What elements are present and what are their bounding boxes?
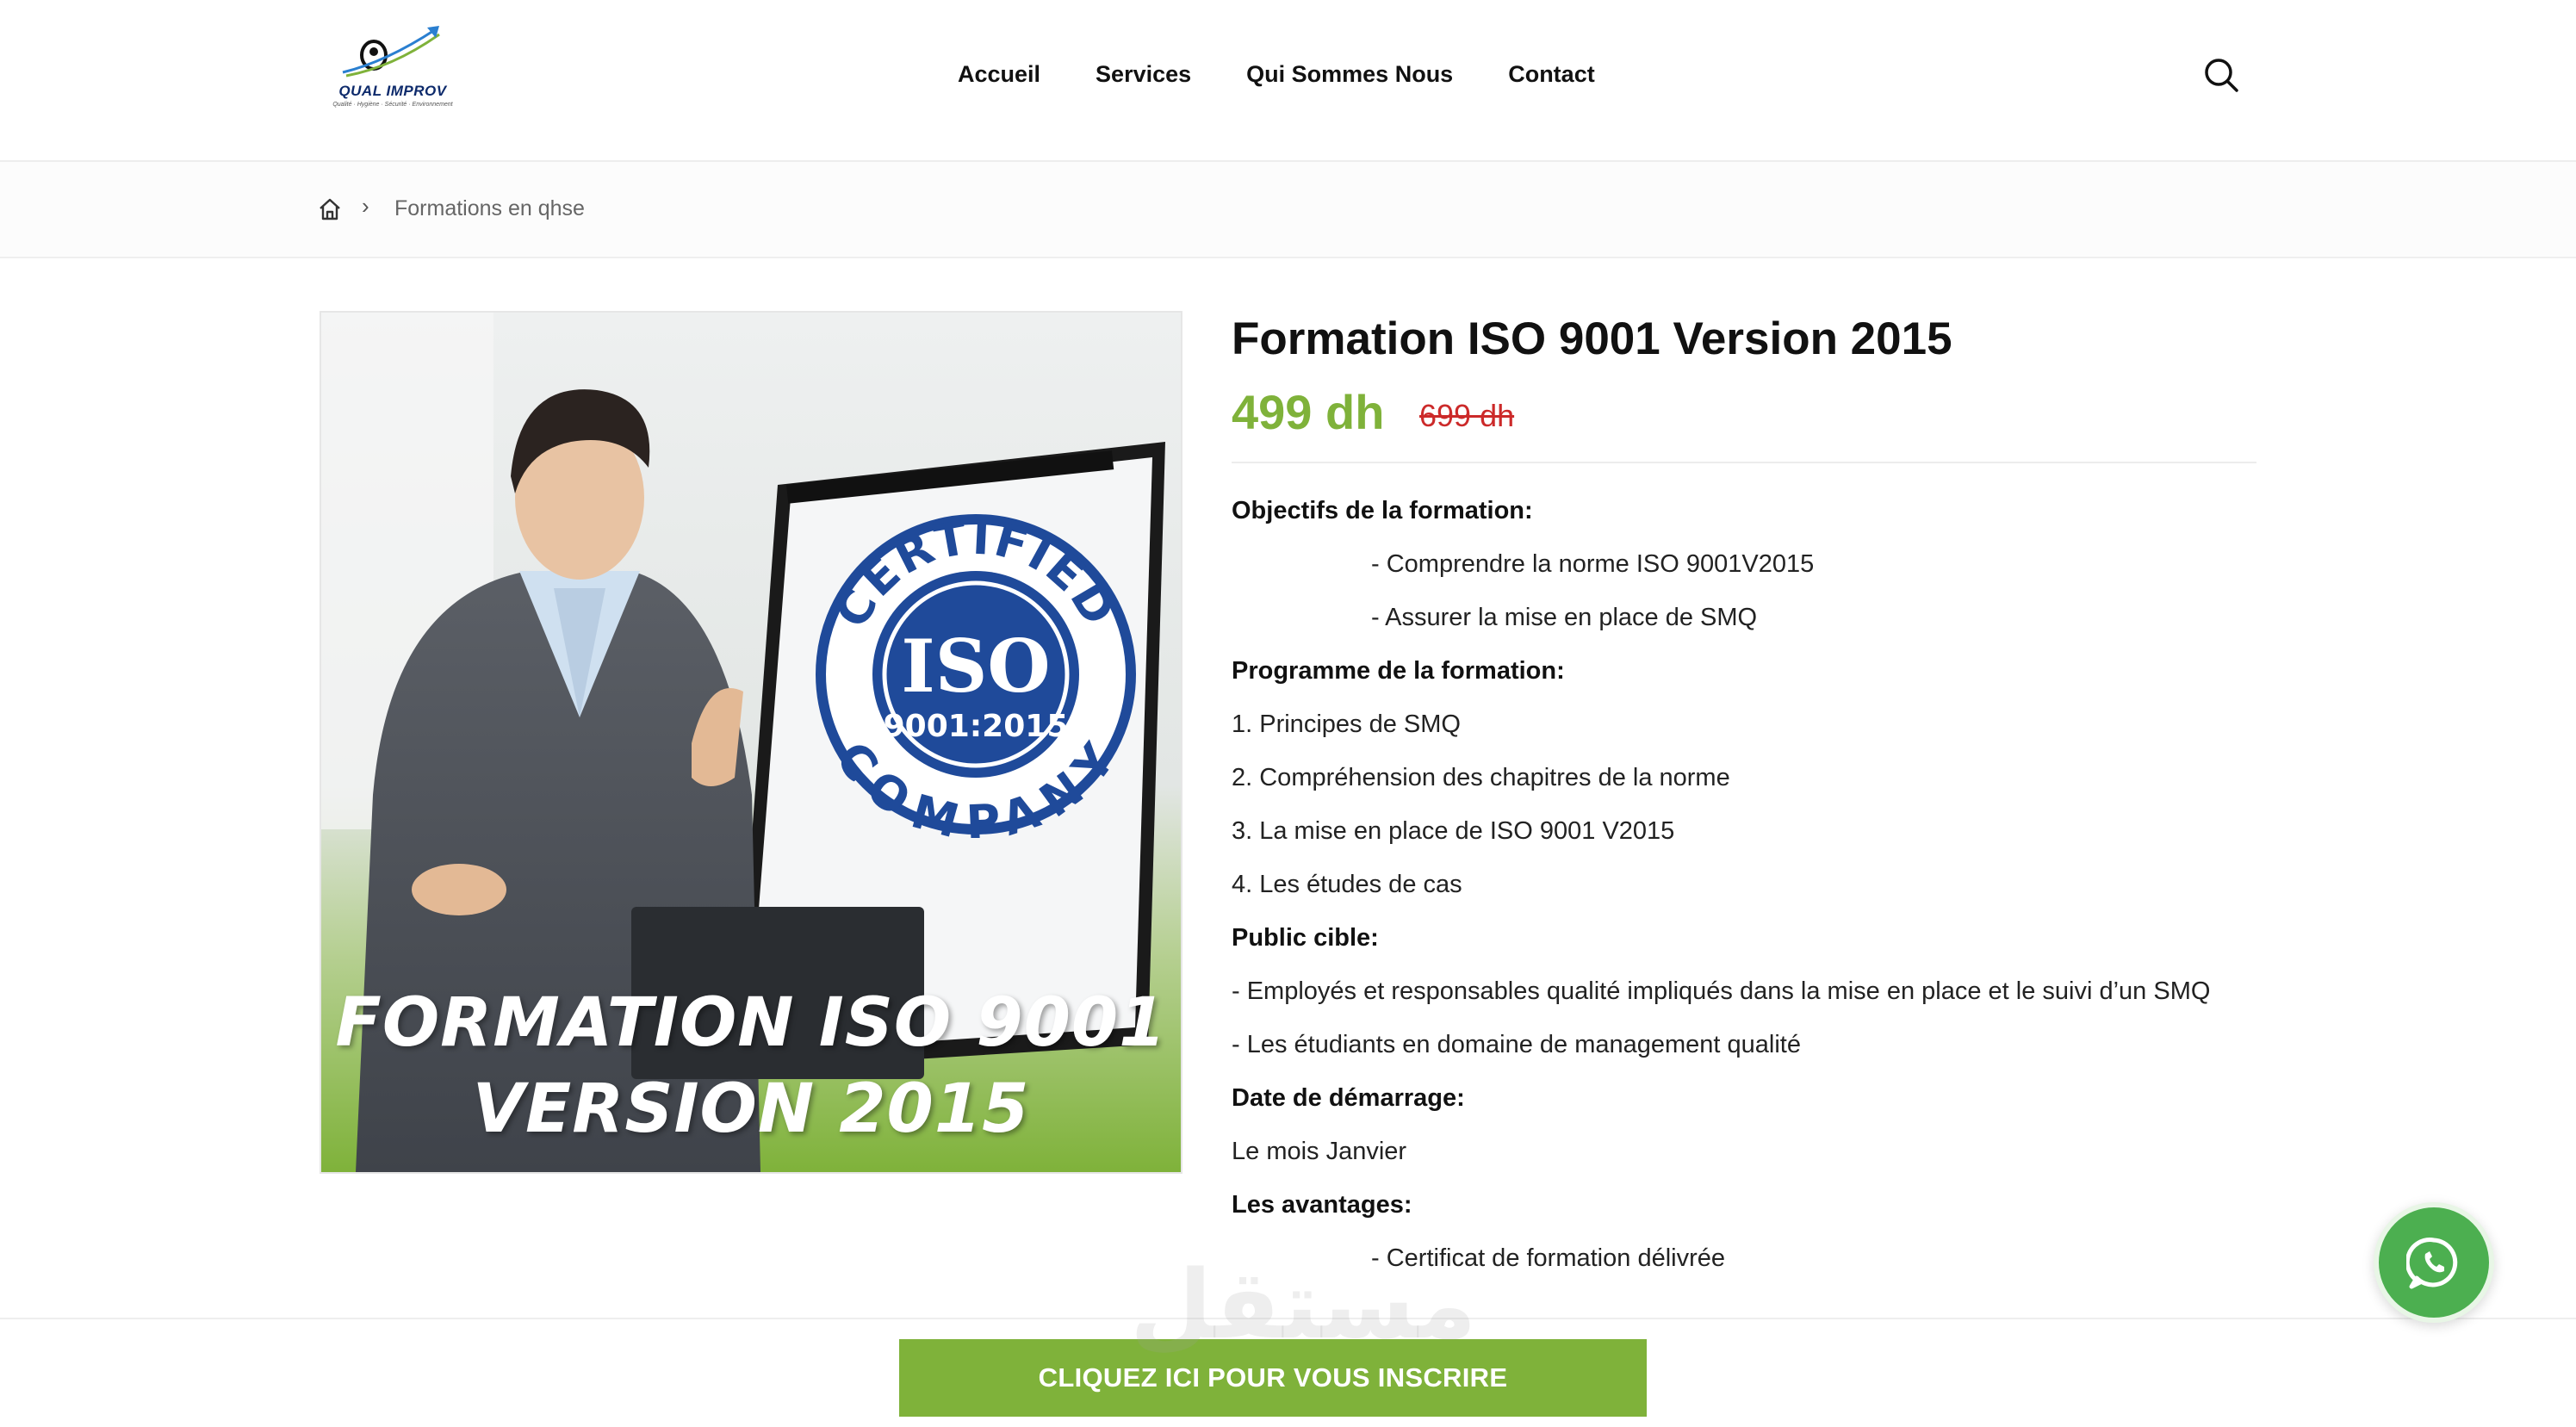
public-item: - Employés et responsables qualité impli… (1232, 977, 2211, 1005)
badge-main-text: ISO (901, 624, 1050, 709)
nav-item-accueil[interactable]: Accueil (958, 57, 1040, 91)
site-logo[interactable]: QUAL IMPROV Qualité · Hygiène · Sécurité… (326, 22, 460, 114)
avantages-heading: Les avantages: (1232, 1191, 1412, 1219)
breadcrumb-current[interactable]: Formations en qhse (394, 196, 585, 221)
image-caption-line1: FORMATION ISO 9001 (335, 984, 1167, 1062)
divider (1232, 462, 2256, 463)
nav-item-services[interactable]: Services (1096, 57, 1191, 91)
programme-heading: Programme de la formation: (1232, 657, 1565, 685)
logo-graphic (342, 26, 440, 78)
objectif-item: - Comprendre la norme ISO 9001V2015 (1371, 550, 1815, 578)
date-value: Le mois Janvier (1232, 1138, 1407, 1165)
public-item: - Les étudiants en domaine de management… (1232, 1031, 1801, 1058)
watermark: مستقل (1130, 1250, 1477, 1360)
product-image[interactable]: CERTIFIED COMPANY ISO 9001:2015 FORMATIO… (320, 311, 1182, 1174)
iso-badge: CERTIFIED COMPANY ISO 9001:2015 (816, 511, 1136, 838)
whatsapp-button[interactable] (2374, 1202, 2494, 1323)
logo-name: QUAL IMPROV (338, 83, 447, 99)
programme-item: 2. Compréhension des chapitres de la nor… (1232, 764, 1730, 791)
product-price: 499 dh (1232, 385, 1385, 439)
breadcrumb-separator: › (362, 193, 369, 219)
site-header: QUAL IMPROV Qualité · Hygiène · Sécurité… (0, 0, 2576, 162)
search-icon (2205, 59, 2238, 92)
search-button[interactable] (2201, 55, 2241, 95)
objectifs-heading: Objectifs de la formation: (1232, 497, 1533, 524)
main-nav: Accueil Services Qui Sommes Nous Contact (958, 57, 1650, 91)
badge-sub-text: 9001:2015 (884, 709, 1069, 744)
product-info: Formation ISO 9001 Version 2015 499 dh 6… (1232, 307, 2256, 1285)
public-heading: Public cible: (1232, 924, 1379, 952)
date-heading: Date de démarrage: (1232, 1084, 1465, 1112)
product-title: Formation ISO 9001 Version 2015 (1232, 313, 1952, 364)
image-caption-line2: VERSION 2015 (472, 1070, 1030, 1148)
breadcrumb: › Formations en qhse (0, 162, 2576, 258)
breadcrumb-home[interactable] (317, 196, 343, 222)
nav-item-contact[interactable]: Contact (1508, 57, 1595, 91)
whatsapp-icon (2406, 1238, 2458, 1289)
programme-item: 3. La mise en place de ISO 9001 V2015 (1232, 817, 1675, 845)
product-description: Objectifs de la formation: - Comprendre … (1232, 484, 2256, 1285)
product-old-price: 699 dh (1419, 398, 1515, 433)
objectif-item: - Assurer la mise en place de SMQ (1371, 604, 1758, 631)
home-icon (320, 198, 340, 220)
nav-item-qui-sommes-nous[interactable]: Qui Sommes Nous (1246, 57, 1453, 91)
logo-tagline: Qualité · Hygiène · Sécurité · Environne… (332, 102, 453, 108)
programme-item: 4. Les études de cas (1232, 871, 1462, 898)
programme-item: 1. Principes de SMQ (1232, 710, 1461, 738)
price-row: 499 dh 699 dh (1232, 384, 2256, 444)
